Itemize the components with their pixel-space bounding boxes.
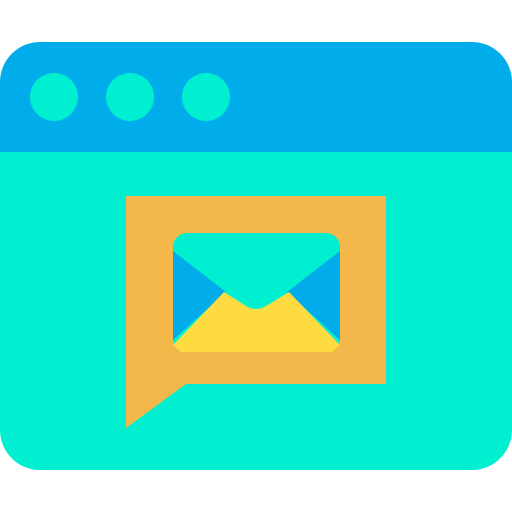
window-control-dot-3 bbox=[182, 73, 230, 121]
icon-canvas bbox=[0, 0, 512, 512]
window-control-dot-1 bbox=[30, 73, 78, 121]
browser-window-email-message-icon bbox=[0, 42, 512, 470]
window-control-dot-2 bbox=[106, 73, 154, 121]
envelope-icon bbox=[173, 233, 340, 352]
